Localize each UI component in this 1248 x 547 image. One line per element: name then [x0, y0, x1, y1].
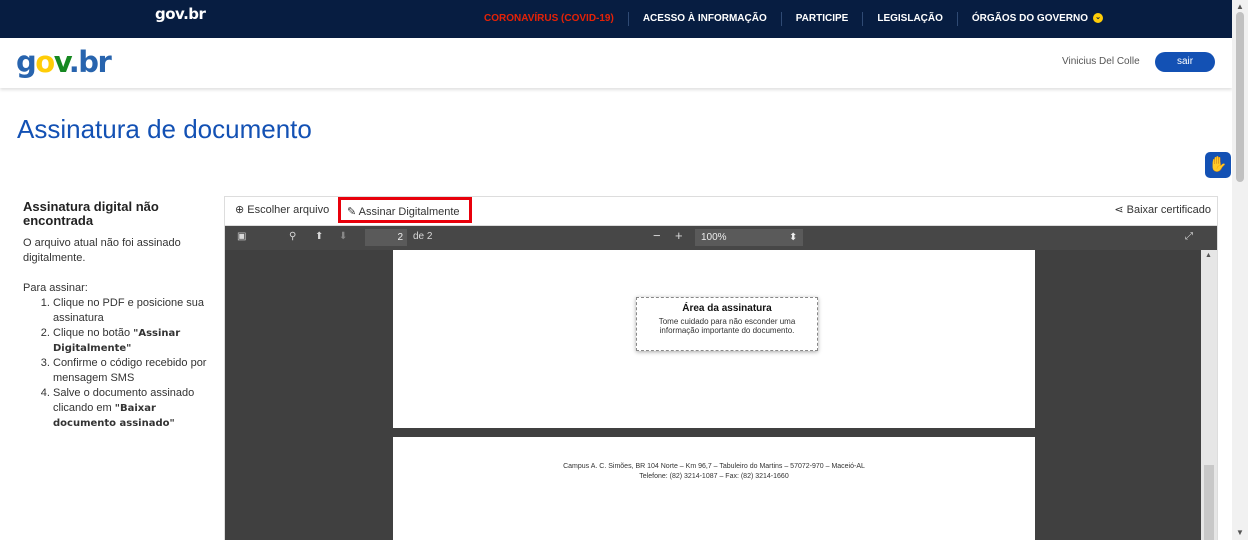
signature-area-hint: informação importante do documento. — [659, 326, 795, 335]
pdf-page[interactable]: Área da assinatura Tome cuidado para não… — [393, 250, 1035, 428]
instructions-panel: Assinatura digital não encontrada O arqu… — [23, 200, 208, 431]
document-footer: Campus A. C. Simões, BR 104 Norte – Km 9… — [393, 462, 1035, 482]
signature-area-title: Área da assinatura — [682, 303, 772, 314]
site-header: gov.br Vinicius Del Colle sair — [0, 38, 1232, 88]
signature-area-hint: Tome cuidado para não esconder uma — [658, 317, 796, 326]
logo-letter: o — [35, 45, 55, 79]
topbar-brand[interactable]: gov.br — [155, 5, 206, 23]
arrow-down-icon[interactable]: ⬇ — [339, 231, 347, 242]
vlibras-icon[interactable]: ✋ — [1205, 152, 1231, 178]
signature-area[interactable]: Área da assinatura Tome cuidado para não… — [636, 297, 818, 351]
user-name[interactable]: Vinicius Del Colle — [1062, 56, 1140, 67]
page-scrollbar[interactable]: ▲ ▼ — [1232, 0, 1248, 540]
pdf-toolbar: ▣ ⚲ ⬆ ⬇ 2 de 2 − + 100% ⬍ ⤢ — [225, 226, 1217, 250]
page-total: de 2 — [413, 231, 433, 242]
zoom-select[interactable]: 100% ⬍ — [695, 229, 803, 246]
logo-letter: . — [68, 45, 80, 79]
nav-link-participe[interactable]: PARTICIPE — [782, 12, 864, 26]
instruction-step: Salve o documento assinado clicando em "… — [53, 386, 208, 431]
logout-button[interactable]: sair — [1155, 52, 1215, 72]
instruction-text: Clique no botão — [53, 327, 134, 339]
page-number-input[interactable]: 2 — [365, 229, 407, 246]
choose-file-button[interactable]: ⊕ Escolher arquivo — [235, 203, 329, 216]
scroll-down-icon[interactable]: ▼ — [1236, 528, 1244, 537]
fullscreen-icon[interactable]: ⤢ — [1185, 231, 1193, 242]
nav-link-covid[interactable]: CORONAVÍRUS (COVID-19) — [470, 12, 629, 26]
scroll-up-icon[interactable]: ▲ — [1236, 2, 1244, 11]
instructions-intro: Para assinar: — [23, 282, 88, 294]
signature-status-text: O arquivo atual não foi assinado digital… — [23, 237, 181, 264]
nav-link-orgaos-governo[interactable]: ÓRGÃOS DO GOVERNO ⌄ — [958, 12, 1117, 26]
chevron-down-icon: ⌄ — [1093, 13, 1104, 24]
nav-link-orgaos-governo-label: ÓRGÃOS DO GOVERNO — [971, 13, 1089, 24]
sidebar-toggle-icon[interactable]: ▣ — [237, 231, 246, 242]
download-certificate-button[interactable]: ⋖ Baixar certificado — [1114, 203, 1211, 216]
zoom-value: 100% — [701, 232, 727, 243]
signature-status-heading: Assinatura digital não encontrada — [23, 199, 159, 228]
share-icon: ⋖ — [1114, 204, 1124, 216]
footer-address: Campus A. C. Simões, BR 104 Norte – Km 9… — [563, 463, 865, 470]
pdf-viewer: ⊕ Escolher arquivo ✎ Assinar Digitalment… — [224, 196, 1218, 547]
logo-letter: b — [78, 45, 99, 79]
top-nav: CORONAVÍRUS (COVID-19) ACESSO À INFORMAÇ… — [470, 0, 1117, 38]
instruction-step: Clique no PDF e posicione sua assinatura — [53, 296, 208, 326]
instructions-list: Clique no PDF e posicione sua assinatura… — [23, 296, 208, 431]
page-scrollbar-thumb[interactable] — [1236, 12, 1244, 182]
plus-icon[interactable]: + — [675, 228, 683, 243]
instruction-step: Confirme o código recebido por mensagem … — [53, 356, 208, 386]
pdf-canvas[interactable]: Área da assinatura Tome cuidado para não… — [225, 250, 1217, 547]
edit-icon: ✎ — [347, 206, 357, 218]
top-bar: gov.br CORONAVÍRUS (COVID-19) ACESSO À I… — [0, 0, 1232, 38]
nav-link-acesso-informacao[interactable]: ACESSO À INFORMAÇÃO — [629, 12, 782, 26]
govbr-logo[interactable]: gov.br — [16, 45, 112, 79]
logo-letter: g — [16, 45, 37, 79]
nav-link-legislacao[interactable]: LEGISLAÇÃO — [863, 12, 958, 26]
scroll-up-icon[interactable]: ▲ — [1205, 252, 1212, 259]
search-icon[interactable]: ⚲ — [289, 231, 296, 242]
select-arrows-icon: ⬍ — [789, 232, 798, 243]
choose-file-label: Escolher arquivo — [247, 204, 330, 216]
minus-icon[interactable]: − — [653, 228, 661, 243]
sign-digitally-button[interactable]: ✎ Assinar Digitalmente — [338, 197, 472, 223]
arrow-up-icon[interactable]: ⬆ — [315, 231, 323, 242]
footer-phone: Telefone: (82) 3214-1087 – Fax: (82) 321… — [639, 473, 789, 480]
logo-letter: v — [53, 45, 71, 79]
pdf-scrollbar[interactable]: ▲ — [1201, 250, 1217, 540]
logo-letter: r — [97, 45, 112, 79]
page-title: Assinatura de documento — [17, 114, 312, 144]
instruction-step: Clique no botão "Assinar Digitalmente" — [53, 326, 208, 356]
pdf-page[interactable]: Campus A. C. Simões, BR 104 Norte – Km 9… — [393, 437, 1035, 547]
plus-circle-icon: ⊕ — [235, 204, 245, 216]
download-certificate-label: Baixar certificado — [1126, 204, 1211, 216]
pdf-scrollbar-thumb[interactable] — [1204, 465, 1214, 540]
sign-digitally-label: Assinar Digitalmente — [358, 206, 460, 218]
document-toolbar: ⊕ Escolher arquivo ✎ Assinar Digitalment… — [225, 197, 1217, 226]
